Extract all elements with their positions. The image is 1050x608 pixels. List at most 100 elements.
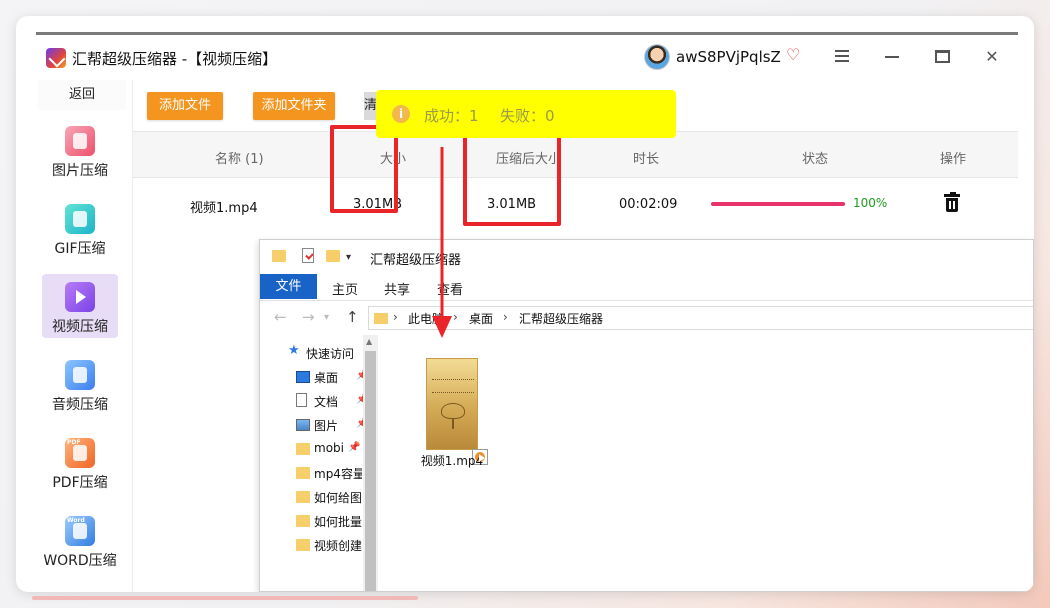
delete-trash-icon[interactable] xyxy=(944,192,960,212)
app-logo-icon xyxy=(46,48,66,68)
properties-icon[interactable] xyxy=(302,248,314,263)
nav-scrollbar[interactable]: ▲ xyxy=(363,335,378,591)
nav-item-folder-4[interactable]: 如何批量 xyxy=(296,511,362,531)
breadcrumb-desktop[interactable]: 桌面 xyxy=(469,310,493,327)
tab-view[interactable]: 查看 xyxy=(437,279,463,298)
scrollbar-thumb[interactable] xyxy=(365,351,376,591)
add-file-button[interactable]: 添加文件 xyxy=(147,92,223,120)
decorative-bar xyxy=(32,596,418,600)
close-button[interactable]: ✕ xyxy=(982,47,1002,67)
success-count: 成功：1 xyxy=(424,107,479,125)
pin-icon: 📌 xyxy=(348,442,361,453)
header-action: 操作 xyxy=(940,152,967,167)
header-duration: 时长 xyxy=(633,152,660,167)
sidebar-item-label: 音频压缩 xyxy=(52,397,108,413)
nav-item-quick-access[interactable]: ★ 快速访问 xyxy=(288,343,368,363)
word-icon: Word xyxy=(65,516,95,546)
file-item[interactable]: 视频1.mp4 xyxy=(415,344,489,468)
header-name: 名称 (1) xyxy=(215,152,264,167)
new-folder-icon[interactable] xyxy=(326,250,340,262)
ribbon: 文件 主页 共享 查看 xyxy=(260,274,1033,300)
progress-fill xyxy=(711,202,845,206)
sidebar-item-label: 视频压缩 xyxy=(52,319,108,335)
info-icon: i xyxy=(392,105,410,123)
menu-button[interactable] xyxy=(832,47,852,67)
breadcrumb-this-pc[interactable]: 此电脑 xyxy=(408,310,444,327)
nav-item-folder-3[interactable]: 如何给图 xyxy=(296,487,362,507)
nav-item-mobi[interactable]: mobi 📌 xyxy=(296,439,362,459)
minimize-button[interactable] xyxy=(882,47,902,67)
audio-icon xyxy=(65,360,95,390)
pictures-icon xyxy=(296,419,310,431)
video-icon xyxy=(65,282,95,312)
highlight-compressed-box xyxy=(463,133,561,226)
avatar[interactable] xyxy=(644,44,670,70)
nav-item-mp4[interactable]: mp4容量 xyxy=(296,463,362,483)
forward-arrow-icon[interactable]: → xyxy=(302,308,315,326)
pdf-icon: PDF xyxy=(65,438,95,468)
vip-diamond-icon[interactable]: ♡ xyxy=(786,47,804,63)
file-explorer-window: ▾ 汇帮超级压缩器 文件 主页 共享 查看 ← → ▾ ↑ › 此电脑 › 桌面… xyxy=(259,239,1034,592)
progress-bar xyxy=(711,202,845,206)
quick-access-dropdown-icon[interactable]: ▾ xyxy=(346,252,351,263)
folder-icon xyxy=(296,443,310,455)
star-icon: ★ xyxy=(288,343,300,358)
file-name: 视频1.mp4 xyxy=(420,454,484,468)
cell-name: 视频1.mp4 xyxy=(190,201,258,216)
back-arrow-icon[interactable]: ← xyxy=(274,308,287,326)
gif-icon xyxy=(65,204,95,234)
sidebar-item-label: PDF压缩 xyxy=(52,475,108,491)
scroll-up-icon[interactable]: ▲ xyxy=(366,337,372,346)
breadcrumb-folder[interactable]: 汇帮超级压缩器 xyxy=(519,310,603,327)
fail-count: 失败：0 xyxy=(500,107,555,125)
result-toast: i 成功：1 失败：0 xyxy=(376,90,676,138)
address-bar[interactable]: › 此电脑 › 桌面 › 汇帮超级压缩器 xyxy=(368,306,1033,330)
sidebar: 图片压缩 GIF压缩 视频压缩 音频压缩 PDF PDF压缩 Word WORD… xyxy=(36,110,132,592)
sidebar-item-label: 图片压缩 xyxy=(52,163,108,179)
explorer-title-bar: ▾ 汇帮超级压缩器 xyxy=(260,240,1033,274)
add-folder-button[interactable]: 添加文件夹 xyxy=(253,92,335,120)
table-row[interactable]: 视频1.mp4 3.01MB 3.01MB 00:02:09 100% xyxy=(133,178,1018,230)
document-icon xyxy=(296,393,307,407)
up-arrow-icon[interactable]: ↑ xyxy=(346,308,359,326)
nav-item-folder-5[interactable]: 视频创建 xyxy=(296,535,362,555)
sidebar-item-pdf[interactable]: PDF PDF压缩 xyxy=(42,430,118,494)
progress-percent: 100% xyxy=(853,196,888,210)
sidebar-item-audio[interactable]: 音频压缩 xyxy=(42,352,118,416)
highlight-size-box xyxy=(330,125,398,213)
folder-icon xyxy=(374,313,388,324)
folder-icon xyxy=(296,515,310,527)
table-header: 名称 (1) 大小 压缩后大小 时长 状态 操作 xyxy=(133,131,1018,178)
cell-duration: 00:02:09 xyxy=(619,197,678,212)
navigation-bar: ← → ▾ ↑ › 此电脑 › 桌面 › 汇帮超级压缩器 xyxy=(260,301,1033,335)
folder-icon[interactable] xyxy=(272,250,286,262)
sidebar-item-gif[interactable]: GIF压缩 xyxy=(42,196,118,260)
sidebar-item-label: GIF压缩 xyxy=(54,241,106,257)
chevron-right-icon: › xyxy=(503,310,508,324)
navigation-pane: ★ 快速访问 桌面 📌 文档 📌 图片 📌 mobi 📌 xyxy=(260,335,378,591)
video-file-icon xyxy=(426,358,488,465)
app-title: 汇帮超级压缩器 -【视频压缩】 xyxy=(72,50,278,68)
tab-home[interactable]: 主页 xyxy=(332,279,358,298)
tab-share[interactable]: 共享 xyxy=(384,279,410,298)
sidebar-item-label: WORD压缩 xyxy=(43,553,117,569)
explorer-title: 汇帮超级压缩器 xyxy=(370,253,462,268)
sidebar-item-video[interactable]: 视频压缩 xyxy=(42,274,118,338)
sidebar-item-word[interactable]: Word WORD压缩 xyxy=(42,508,118,572)
maximize-button[interactable] xyxy=(932,47,952,67)
chevron-right-icon: › xyxy=(453,310,458,324)
folder-icon xyxy=(296,467,310,479)
chevron-right-icon: › xyxy=(393,310,398,324)
header-status: 状态 xyxy=(802,152,829,167)
sidebar-item-image[interactable]: 图片压缩 xyxy=(42,118,118,182)
recent-dropdown-icon[interactable]: ▾ xyxy=(324,312,329,323)
folder-icon xyxy=(296,491,310,503)
tab-file[interactable]: 文件 xyxy=(260,274,317,299)
username[interactable]: awS8PVjPqlsZ xyxy=(676,48,781,66)
image-icon xyxy=(65,126,95,156)
title-bar: 汇帮超级压缩器 -【视频压缩】 awS8PVjPqlsZ ♡ ✕ xyxy=(16,35,1034,79)
back-button[interactable]: 返回 xyxy=(38,80,126,110)
app-window: 汇帮超级压缩器 -【视频压缩】 awS8PVjPqlsZ ♡ ✕ 返回 图片压缩… xyxy=(16,16,1034,592)
desktop-icon xyxy=(296,371,310,383)
folder-icon xyxy=(296,539,310,551)
